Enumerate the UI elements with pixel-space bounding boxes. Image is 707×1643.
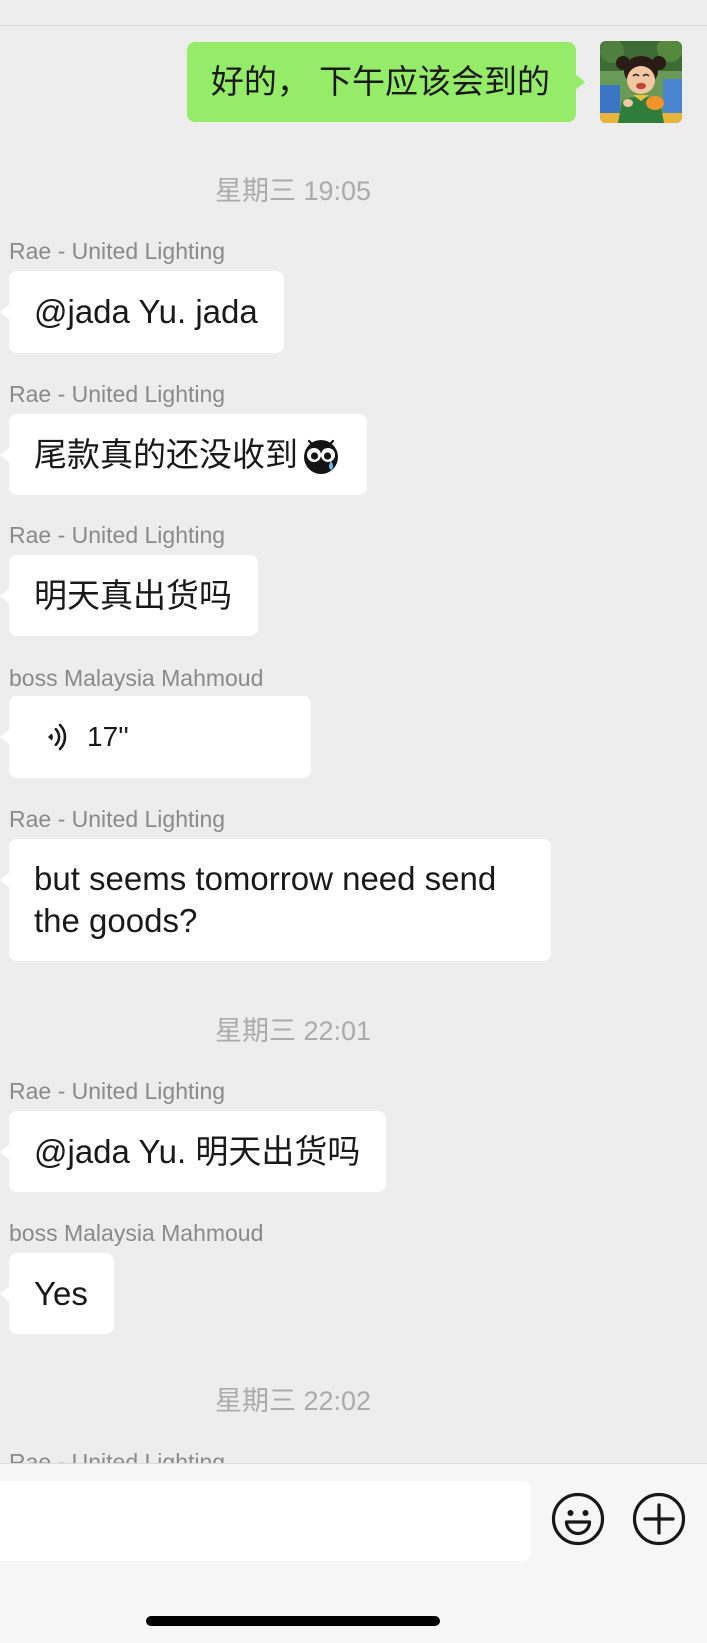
avatar-photo	[600, 41, 682, 123]
message-text: 尾款真的还没收到	[34, 436, 298, 473]
incoming-message-bubble[interactable]: but seems tomorrow need send the goods?	[0, 839, 551, 961]
message-input[interactable]	[0, 1481, 531, 1561]
message-text: @jada Yu. jada	[34, 293, 258, 330]
outgoing-message-bubble[interactable]: 好的， 下午应该会到的	[186, 42, 586, 122]
sender-name: Rae - United Lighting	[9, 1078, 226, 1104]
message-list[interactable]: 好的， 下午应该会到的 星期三 19:05 Rae - United Light…	[0, 0, 707, 1463]
sender-name: Rae - United Lighting	[9, 1449, 226, 1463]
smiley-icon	[551, 1492, 605, 1546]
user-avatar[interactable]	[600, 41, 682, 123]
message-text: 好的， 下午应该会到的	[210, 63, 550, 100]
emoji-button[interactable]	[551, 1492, 605, 1546]
incoming-message-bubble[interactable]: @jada Yu. 明天出货吗	[0, 1111, 387, 1192]
incoming-message-bubble[interactable]: Yes	[0, 1253, 114, 1334]
incoming-message-bubble[interactable]: @jada Yu. jada	[0, 271, 284, 353]
message-text: @jada Yu. 明天出货吗	[34, 1133, 361, 1170]
voice-message-bubble[interactable]: 17''	[0, 696, 311, 778]
home-indicator[interactable]	[146, 1616, 440, 1626]
sender-name: Rae - United Lighting	[9, 381, 226, 407]
voice-wave-icon	[48, 723, 67, 751]
plus-circle-icon	[632, 1492, 686, 1546]
incoming-message-bubble[interactable]: 尾款真的还没收到	[0, 414, 367, 495]
more-button[interactable]	[632, 1492, 686, 1546]
timestamp: 星期三 22:01	[214, 1016, 372, 1046]
message-text: 明天真出货吗	[34, 577, 232, 614]
sender-name: boss Malaysia Mahmoud	[9, 1220, 264, 1246]
crying-face-emoji-icon	[304, 440, 338, 475]
message-text: Yes	[34, 1275, 88, 1312]
sender-name: Rae - United Lighting	[9, 522, 226, 548]
timestamp: 星期三 22:02	[214, 1386, 372, 1416]
voice-duration: 17''	[87, 721, 129, 752]
message-text: but seems tomorrow need send the goods?	[34, 860, 497, 939]
sender-name: Rae - United Lighting	[9, 238, 226, 264]
sender-name: boss Malaysia Mahmoud	[9, 665, 264, 691]
timestamp: 星期三 19:05	[214, 176, 372, 206]
incoming-message-bubble[interactable]: 明天真出货吗	[0, 555, 258, 636]
sender-name: Rae - United Lighting	[9, 806, 226, 832]
